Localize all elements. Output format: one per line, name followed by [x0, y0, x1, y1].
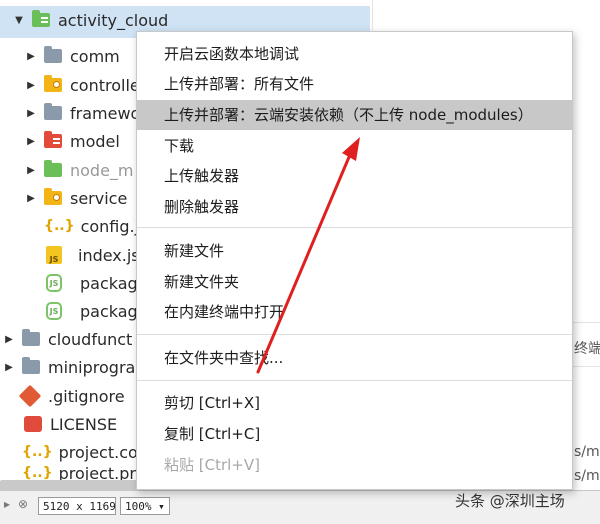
tree-item-label: model — [70, 131, 120, 151]
terminal-tab-fragment[interactable]: 终端 — [574, 338, 600, 358]
tree-item-activity-cloud[interactable]: ▼ activity_cloud — [12, 6, 168, 34]
git-icon — [18, 384, 42, 408]
folder-icon — [44, 160, 62, 177]
menu-item-copy[interactable]: 复制 [Ctrl+C] — [137, 420, 572, 448]
menu-item-cut[interactable]: 剪切 [Ctrl+X] — [137, 389, 572, 417]
terminal-text-fragment: s/m — [574, 444, 600, 460]
tree-item-label: project.con — [58, 442, 148, 462]
terminal-text-fragment: s/m — [574, 468, 600, 484]
tree-item-label: miniprogra — [48, 357, 136, 377]
menu-item-open-terminal[interactable]: 在内建终端中打开 — [137, 298, 572, 326]
menu-item-upload-trigger[interactable]: 上传触发器 — [137, 162, 572, 190]
tree-item-package-json[interactable]: JS package — [38, 269, 148, 297]
chevron-right-icon[interactable]: ▶ — [24, 80, 38, 91]
folder-icon — [44, 46, 62, 63]
menu-item-new-file[interactable]: 新建文件 — [137, 237, 572, 265]
tree-item-license[interactable]: LICENSE — [18, 410, 117, 438]
tree-item-label: framewo — [70, 103, 141, 123]
curly-braces-icon: {..} — [22, 444, 53, 460]
menu-item-find-in-folder[interactable]: 在文件夹中查找... — [137, 344, 572, 372]
chevron-down-icon[interactable]: ▼ — [12, 15, 26, 26]
chevron-right-icon[interactable]: ▶ — [24, 108, 38, 119]
folder-icon — [44, 103, 62, 120]
tree-item-label: LICENSE — [50, 414, 118, 434]
menu-item-upload-cloud-install[interactable]: 上传并部署：云端安装依赖（不上传 node_modules） — [137, 100, 572, 130]
chevron-right-icon[interactable]: ▶ — [24, 51, 38, 62]
panel-divider — [573, 366, 600, 367]
menu-item-local-debug[interactable]: 开启云函数本地调试 — [137, 40, 572, 68]
menu-item-download[interactable]: 下载 — [137, 132, 572, 160]
tree-item-label: comm — [70, 46, 120, 66]
folder-icon — [32, 10, 50, 27]
folder-icon — [22, 329, 40, 346]
chevron-right-icon[interactable]: ▶ — [24, 193, 38, 204]
menu-item-delete-trigger[interactable]: 删除触发器 — [137, 193, 572, 221]
chevron-right-icon[interactable]: ▶ — [2, 334, 16, 345]
menu-item-upload-all[interactable]: 上传并部署：所有文件 — [137, 70, 572, 98]
tree-item-framework[interactable]: ▶ framewo — [24, 99, 140, 127]
chevron-right-icon[interactable]: ▶ — [24, 165, 38, 176]
menu-separator — [137, 227, 572, 228]
tree-item-label: node_m — [70, 160, 134, 180]
tree-item-node-modules[interactable]: ▶ node_m — [24, 156, 134, 184]
dimensions-readout: 5120 x 1169 — [38, 497, 116, 515]
menu-separator — [137, 334, 572, 335]
tree-item-label: cloudfunct — [48, 329, 133, 349]
menu-item-paste: 粘贴 [Ctrl+V] — [164, 456, 260, 474]
folder-icon — [22, 357, 40, 374]
tree-item-label: controlle — [70, 75, 140, 95]
chevron-right-icon[interactable]: ▶ — [2, 362, 16, 373]
tree-item-index-js[interactable]: JS index.js — [38, 241, 140, 269]
js-file-icon: JS — [46, 246, 62, 264]
nav-arrow-icon[interactable]: ▸ — [4, 497, 10, 511]
tree-item-cloudfunctions[interactable]: ▶ cloudfunct — [2, 325, 132, 353]
chevron-down-icon: ▾ — [158, 500, 165, 513]
folder-icon — [44, 131, 62, 148]
menu-separator — [137, 380, 572, 381]
menu-item-new-folder[interactable]: 新建文件夹 — [137, 268, 572, 296]
tree-item-config-js[interactable]: {..} config.js — [38, 212, 147, 240]
tree-item-gitignore[interactable]: .gitignore — [14, 382, 125, 410]
json-file-icon: JS — [46, 302, 62, 320]
tree-item-label: activity_cloud — [58, 10, 169, 30]
curly-braces-icon: {..} — [44, 218, 75, 234]
panel-divider — [573, 322, 600, 323]
tree-item-miniprogram[interactable]: ▶ miniprogra — [2, 353, 135, 381]
tree-item-label: service — [70, 188, 128, 208]
curly-braces-icon: {..} — [22, 465, 53, 481]
tree-item-label: index.js — [78, 245, 140, 265]
chevron-right-icon[interactable]: ▶ — [24, 136, 38, 147]
zoom-select[interactable]: 100% ▾ — [120, 497, 170, 515]
tree-item-comm[interactable]: ▶ comm — [24, 42, 120, 70]
panel-divider — [372, 0, 373, 30]
watermark: 头条 @深圳主场 — [455, 492, 565, 510]
folder-icon — [44, 75, 62, 92]
context-menu: 开启云函数本地调试 上传并部署：所有文件 上传并部署：云端安装依赖（不上传 no… — [136, 31, 573, 490]
tree-item-package-lock[interactable]: JS package — [38, 297, 148, 325]
tree-item-model[interactable]: ▶ model — [24, 127, 120, 155]
license-icon — [24, 416, 42, 432]
tree-item-controller[interactable]: ▶ controlle — [24, 71, 140, 99]
tree-item-label: .gitignore — [48, 386, 125, 406]
json-file-icon: JS — [46, 274, 62, 292]
folder-icon — [44, 188, 62, 205]
close-circle-icon[interactable]: ⊗ — [18, 497, 28, 511]
zoom-value: 100% — [125, 500, 152, 513]
tree-item-service[interactable]: ▶ service — [24, 184, 127, 212]
